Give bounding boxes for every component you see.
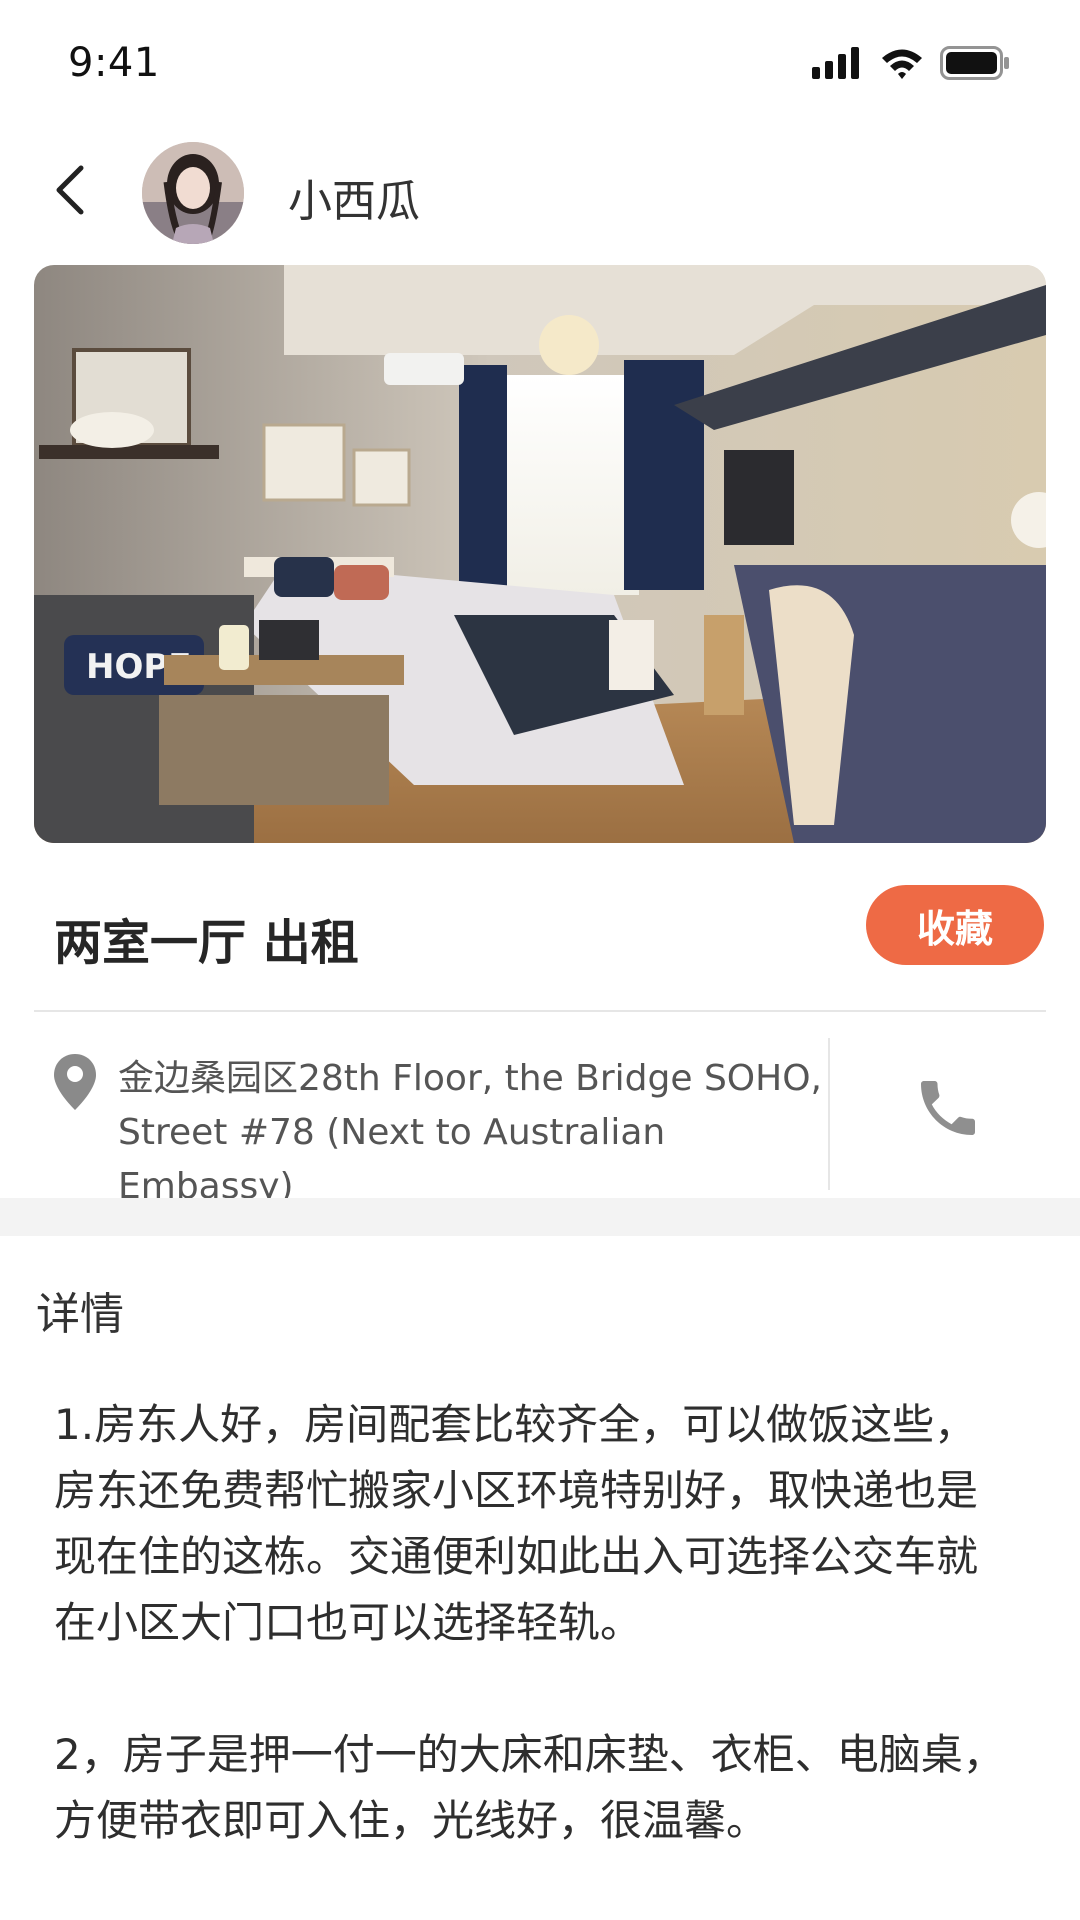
back-button[interactable] [40, 160, 100, 220]
address-text: 金边桑园区28th Floor, the Bridge SOHO, Street… [118, 1058, 822, 1207]
header: 小西瓜 [0, 130, 1080, 255]
status-bar: 9:41 [0, 0, 1080, 130]
phone-icon [921, 1081, 975, 1135]
status-icons [812, 46, 1010, 84]
battery-icon [940, 46, 1010, 84]
favorite-button[interactable]: 收藏 [866, 885, 1044, 965]
address-divider [828, 1038, 830, 1190]
status-time: 9:41 [68, 40, 160, 86]
avatar[interactable] [142, 142, 244, 244]
section-separator [0, 1198, 1080, 1236]
details-body: 1.房东人好，房间配套比较齐全，可以做饭这些，房东还免费帮忙搬家小区环境特别好，… [54, 1392, 1014, 1920]
details-paragraph: 1.房东人好，房间配套比较齐全，可以做饭这些，房东还免费帮忙搬家小区环境特别好，… [54, 1400, 979, 1647]
call-button[interactable] [906, 1066, 990, 1150]
signal-icon [812, 47, 864, 83]
location-pin-icon [52, 1052, 98, 1116]
back-chevron-icon [56, 165, 84, 215]
listing-photo[interactable]: HOPE [34, 265, 1046, 843]
details-paragraph: 2，房子是押一付一的大床和床垫、衣柜、电脑桌，方便带衣即可入住，光线好，很温馨。 [54, 1730, 1005, 1845]
listing-title: 两室一厅 出租 [54, 915, 359, 971]
divider [34, 1010, 1046, 1012]
details-heading: 详情 [36, 1289, 124, 1340]
username: 小西瓜 [288, 176, 420, 227]
wifi-icon [880, 47, 924, 83]
